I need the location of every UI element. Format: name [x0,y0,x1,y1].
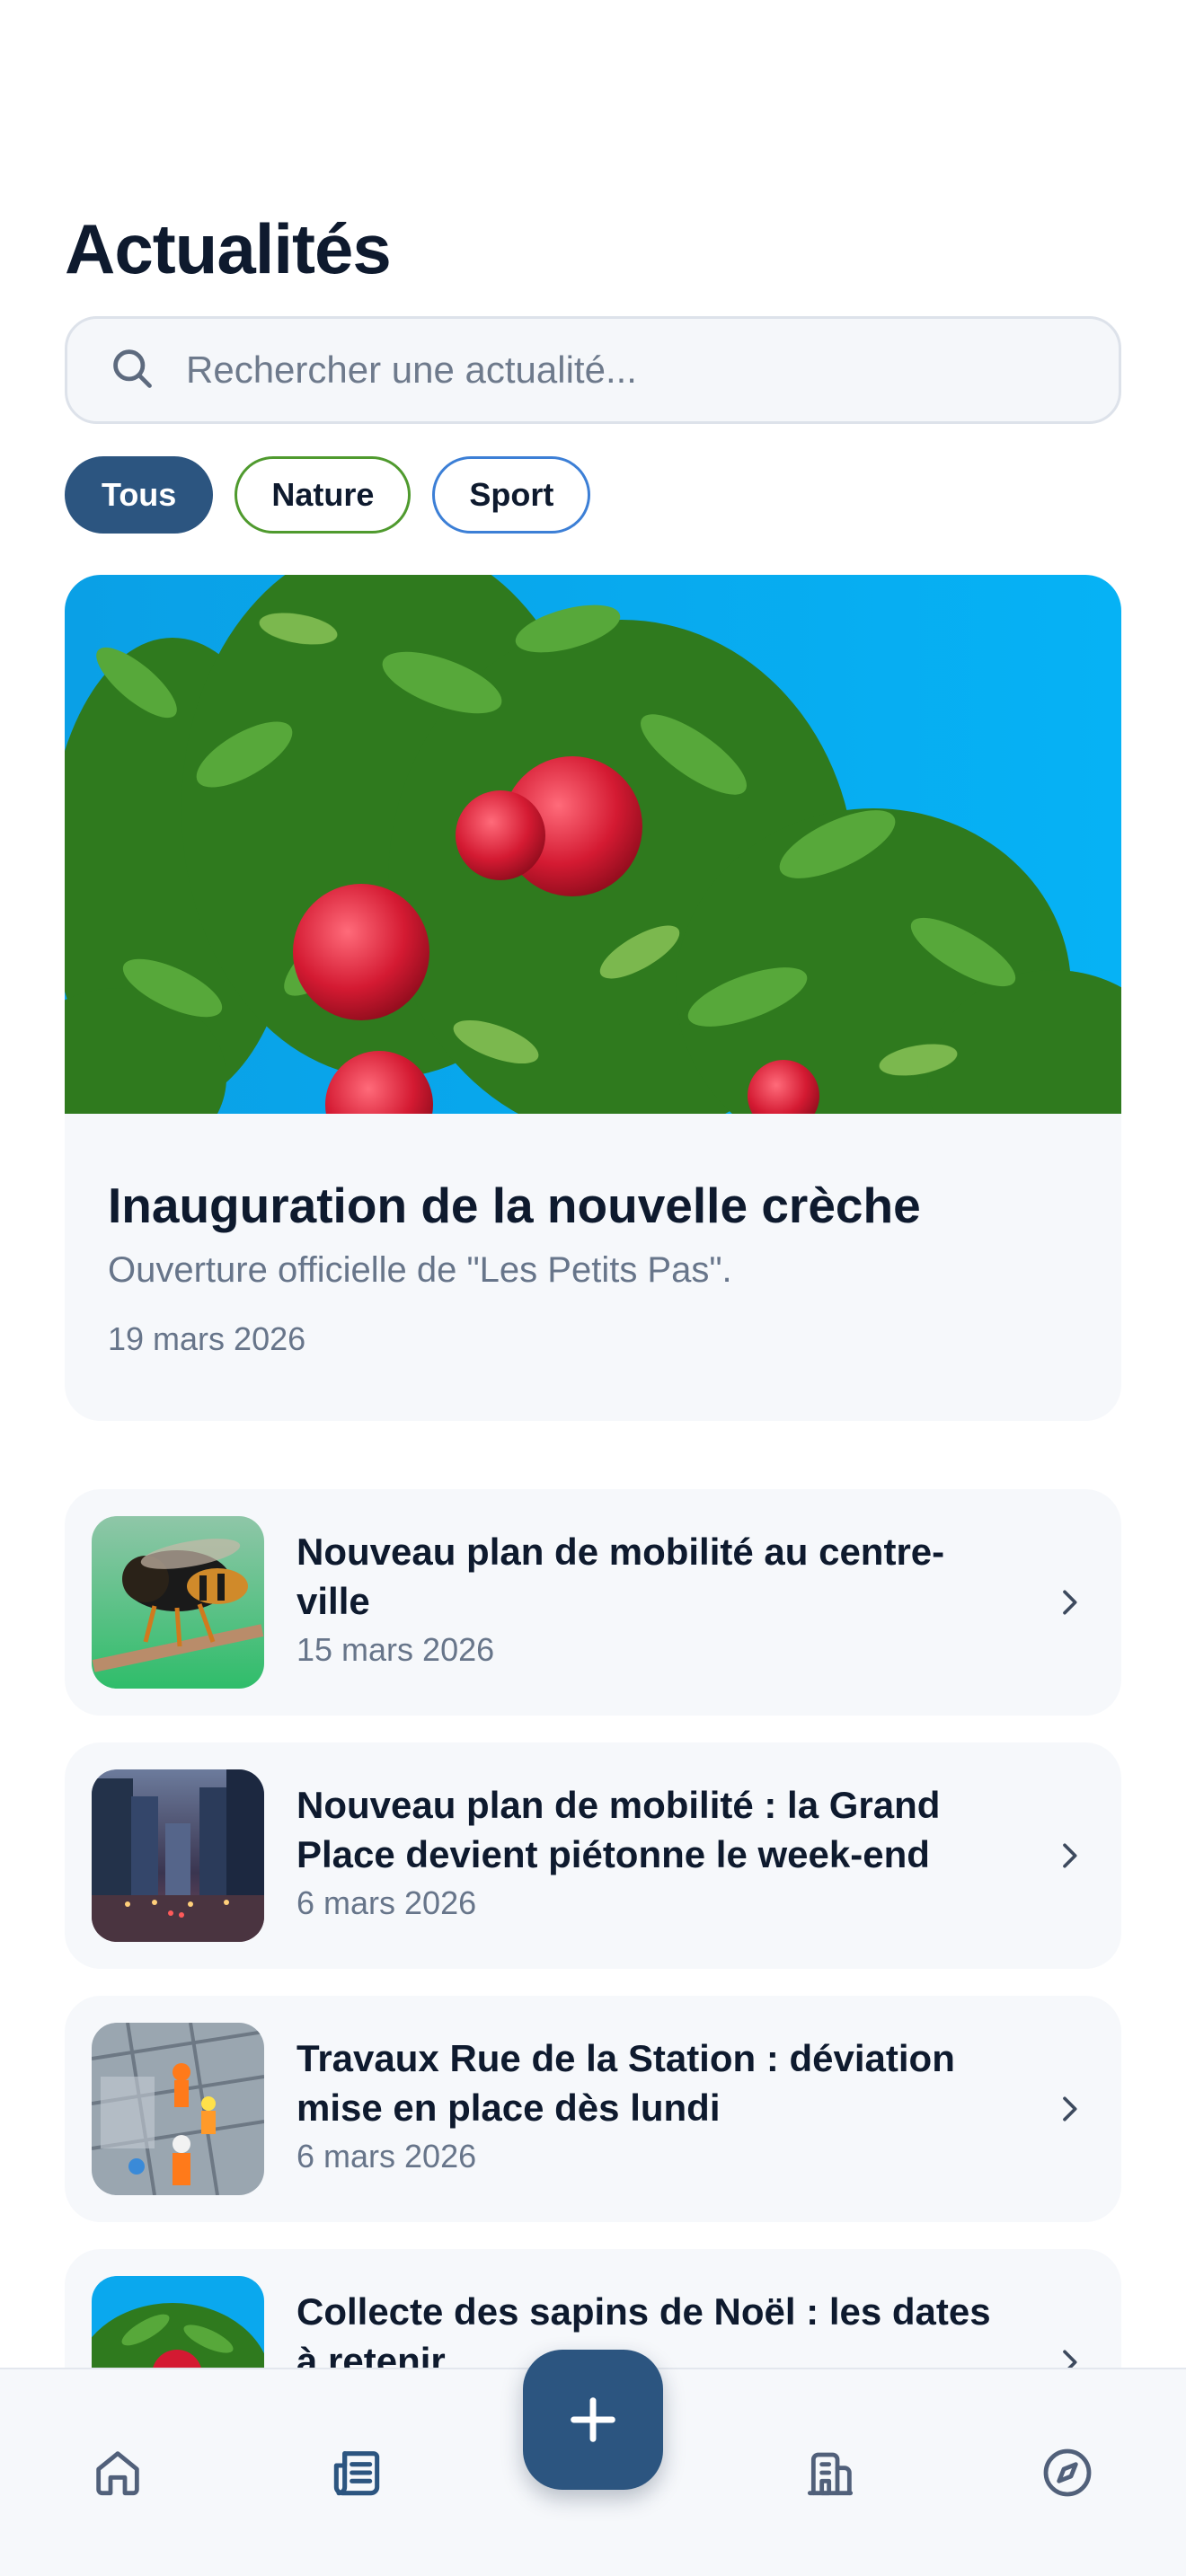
page-title: Actualités [65,209,392,288]
chevron-right-icon [1063,1590,1077,1615]
chevron-right-icon [1063,1843,1077,1868]
add-button[interactable] [523,2350,663,2490]
list-item[interactable]: Nouveau plan de mobilité : la Grand Plac… [65,1742,1121,1969]
nav-home[interactable] [86,2441,149,2504]
featured-image [65,575,1121,1186]
search-bar[interactable] [65,316,1121,424]
building-icon [807,2452,854,2496]
compass-icon [1043,2448,1092,2497]
filter-chip-sport[interactable]: Sport [432,456,591,534]
newspaper-icon [333,2451,380,2496]
search-icon [109,345,155,396]
featured-title: Inauguration de la nouvelle crèche [108,1178,921,1233]
search-input[interactable] [186,348,995,392]
article-date: 6 mars 2026 [296,2138,477,2175]
plus-icon [571,2397,615,2442]
featured-article-card[interactable]: Inauguration de la nouvelle crèche Ouver… [65,575,1121,1421]
article-thumbnail [92,1516,264,1689]
home-icon [96,2451,139,2496]
article-thumbnail [92,1769,264,1942]
list-item[interactable]: Travaux Rue de la Station : déviation mi… [65,1996,1121,2222]
nav-explore[interactable] [1036,2441,1099,2504]
chevron-right-icon [1063,2096,1077,2122]
article-title: Nouveau plan de mobilité : la Grand Plac… [296,1784,941,1875]
filter-chip-nature[interactable]: Nature [235,456,412,534]
article-date: 15 mars 2026 [296,1631,495,1668]
nav-buildings[interactable] [799,2441,862,2504]
article-date: 6 mars 2026 [296,1884,477,1921]
filter-chip-tous[interactable]: Tous [65,456,214,534]
filter-chips: Tous Nature Sport [65,456,591,534]
article-title: Nouveau plan de mobilité au centre-ville [296,1531,945,1622]
nav-news[interactable] [325,2441,388,2504]
article-title: Travaux Rue de la Station : déviation mi… [296,2037,955,2129]
featured-subtitle: Ouverture officielle de "Les Petits Pas"… [108,1250,732,1290]
article-thumbnail [92,2023,264,2195]
list-item[interactable]: Nouveau plan de mobilité au centre-ville… [65,1489,1121,1716]
featured-date: 19 mars 2026 [108,1320,306,1357]
